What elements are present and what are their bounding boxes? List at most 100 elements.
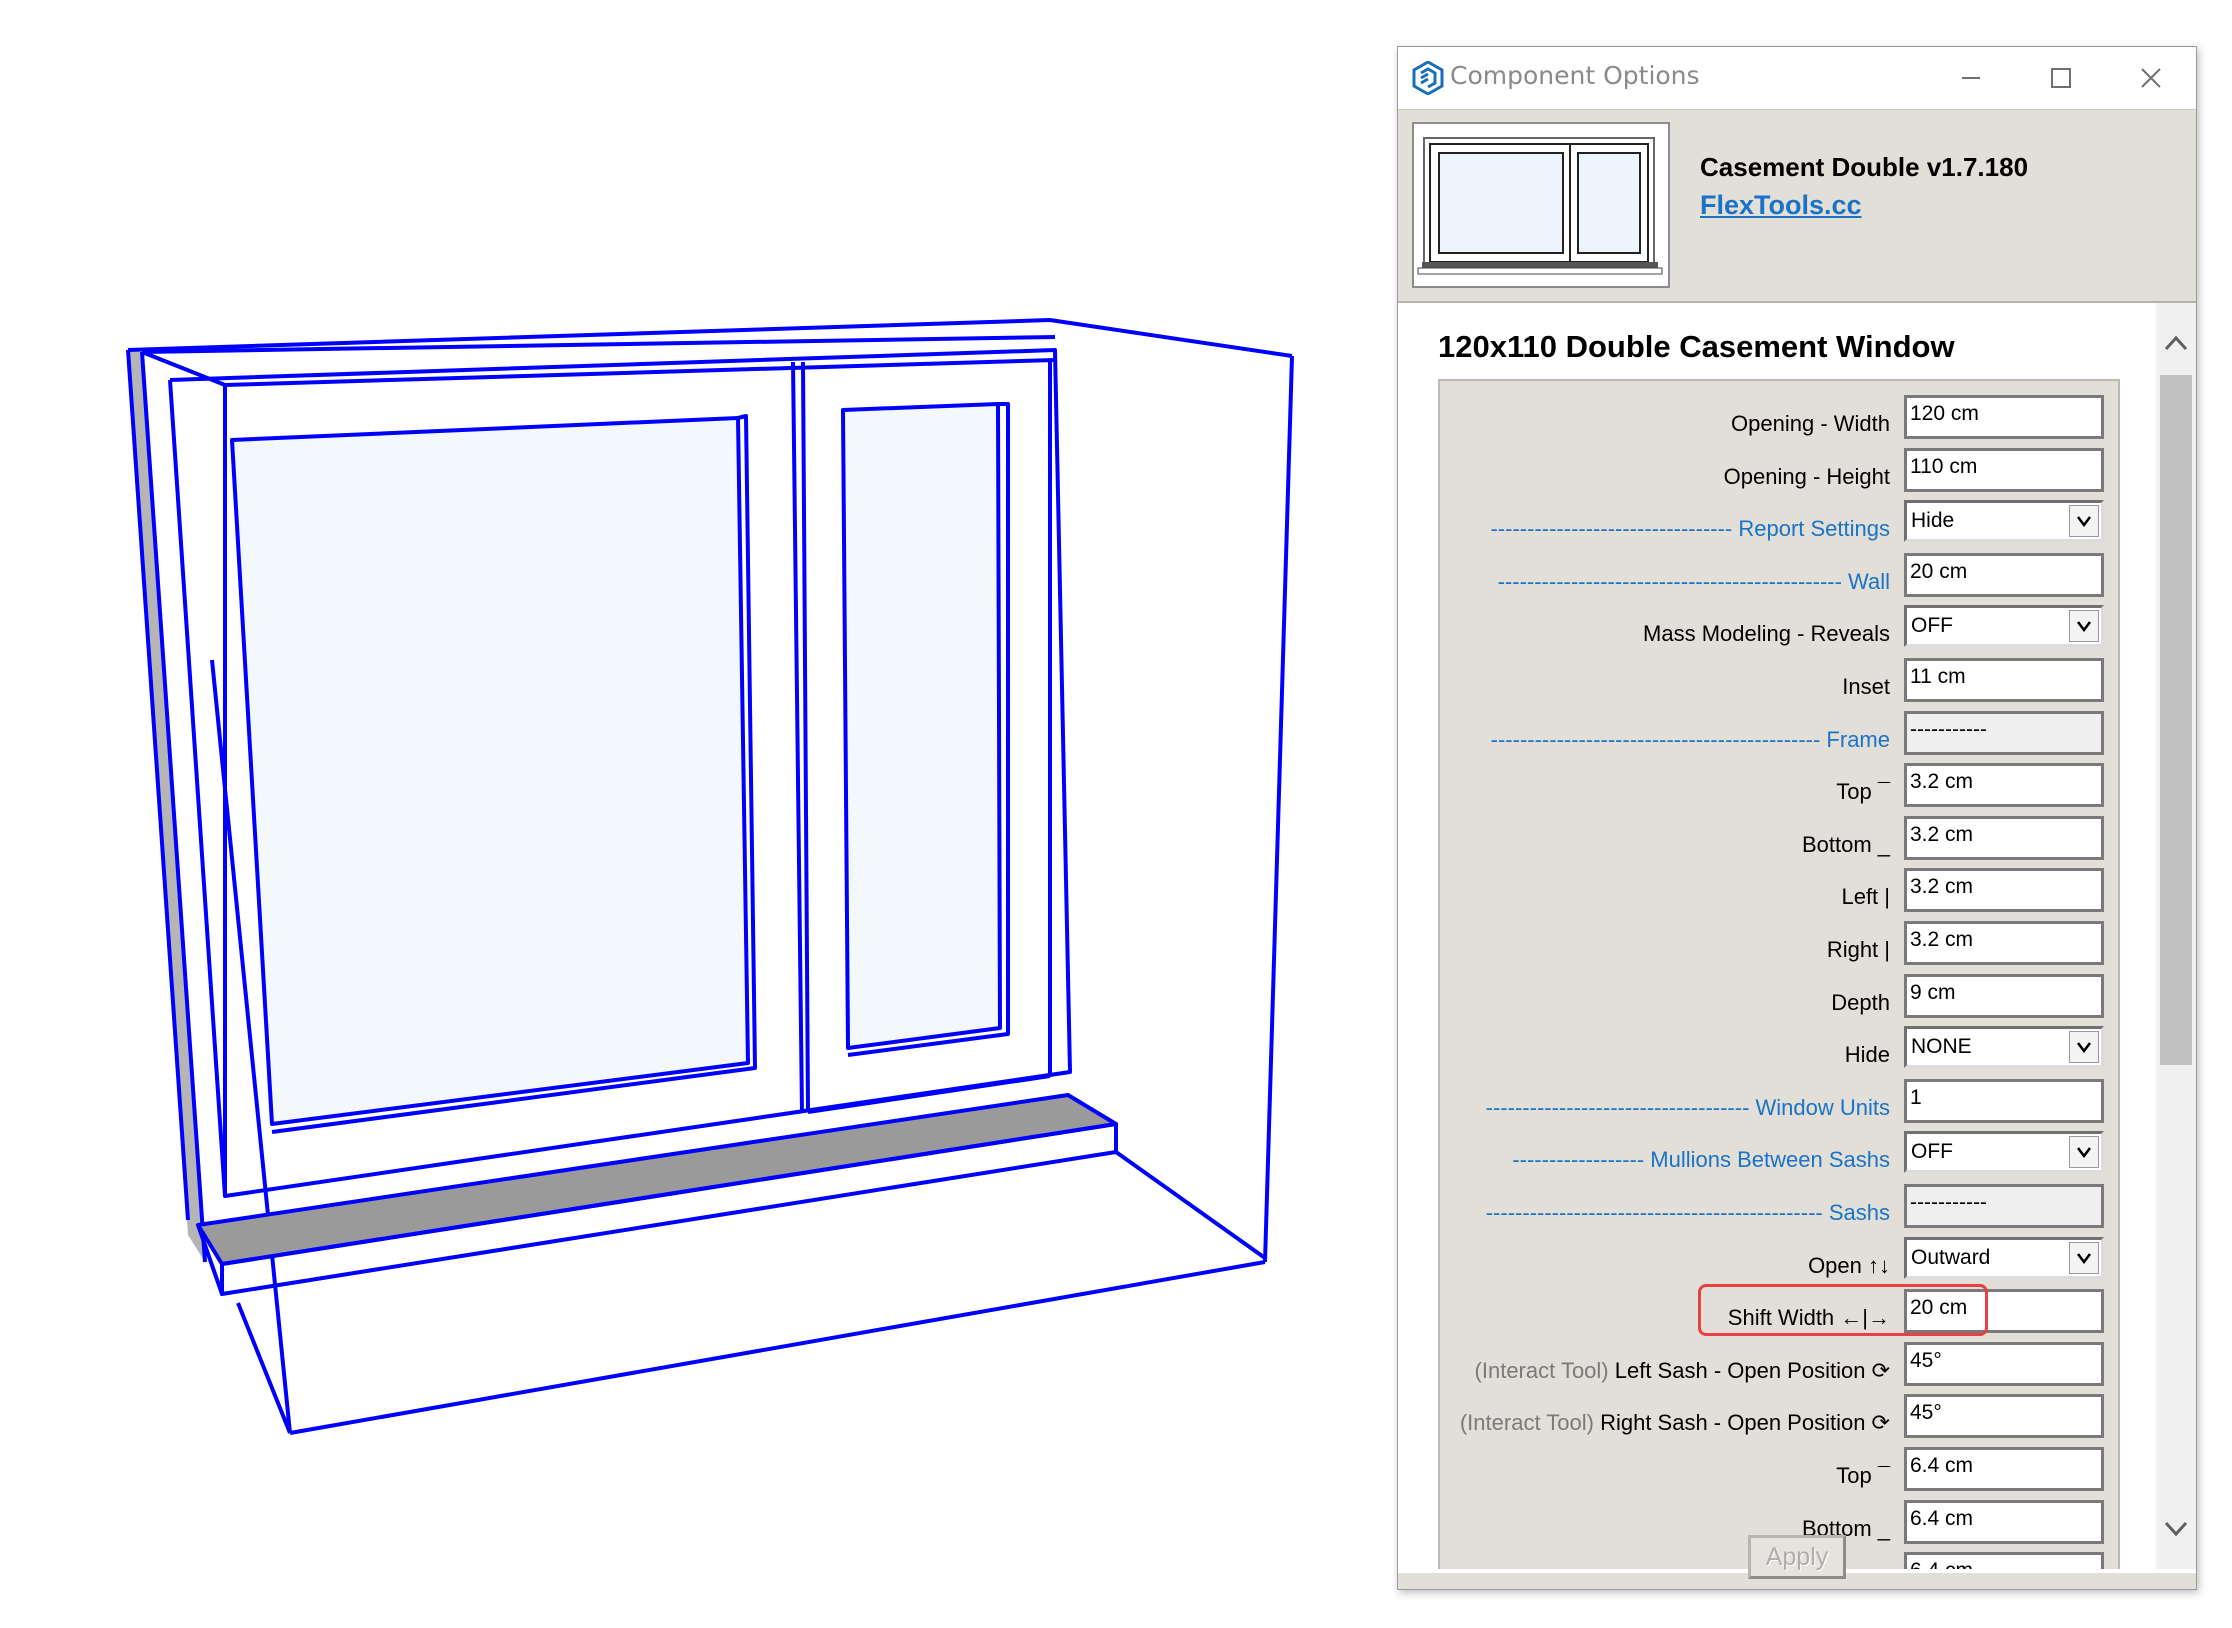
window-3d-model [126, 318, 1294, 1435]
option-row: --------------------------------- Report… [1440, 500, 2122, 550]
title-bar[interactable]: Component Options [1398, 47, 2196, 110]
option-row: Top ¯ 3.2 cm [1440, 763, 2122, 813]
option-label-text: ----------------------------------------… [1485, 1200, 1890, 1225]
option-dropdown[interactable]: OFF [1904, 605, 2104, 648]
chevron-down-icon[interactable] [2069, 505, 2099, 538]
apply-button[interactable]: Apply [1748, 1535, 1846, 1579]
option-input[interactable]: 45° [1904, 1341, 2104, 1386]
option-row: Right | 3.2 cm [1440, 921, 2122, 971]
option-row: Open ↑↓ Outward [1440, 1236, 2122, 1287]
chevron-down-icon [2164, 1521, 2188, 1537]
option-input[interactable]: 11 cm [1904, 658, 2104, 702]
option-label-text: --------------------------------- Report… [1490, 516, 1890, 542]
option-row: Opening - Height 110 cm [1440, 447, 2122, 498]
option-input[interactable]: 20 cm [1904, 552, 2104, 597]
option-label: Right | [1827, 937, 1890, 963]
option-row: Bottom _ 3.2 cm [1440, 815, 2122, 866]
component-header: Casement Double v1.7.180 FlexTools.cc [1398, 110, 2196, 303]
option-label: Opening - Width [1731, 411, 1890, 437]
option-label-text: ----------------------------------------… [1497, 568, 1890, 594]
option-input[interactable]: 1 [1904, 1078, 2104, 1123]
section-divider-label: ------------------------------------ Win… [1486, 1095, 1890, 1121]
component-thumbnail [1412, 122, 1670, 288]
chevron-down-icon[interactable] [2069, 1031, 2099, 1064]
option-field-disabled: ----------- [1904, 1184, 2104, 1228]
minimize-button[interactable] [1926, 47, 2016, 109]
option-label: Shift Width ←|→ [1728, 1305, 1890, 1331]
option-input[interactable]: 110 cm [1904, 447, 2104, 492]
wall-bottom-front [289, 1260, 1266, 1435]
reveal-left-face [128, 350, 205, 1262]
mullion-left [791, 361, 804, 1114]
chevron-down-icon[interactable] [2069, 1241, 2099, 1274]
option-row: Opening - Width 120 cm [1440, 395, 2122, 445]
option-input[interactable]: 3.2 cm [1904, 763, 2104, 808]
option-dropdown[interactable]: NONE [1904, 1026, 2104, 1069]
option-label: (Interact Tool) Right Sash - Open Positi… [1460, 1410, 1890, 1436]
option-row: (Interact Tool) Left Sash - Open Positio… [1440, 1341, 2122, 1392]
option-label-text: Mass Modeling - Reveals [1643, 621, 1890, 647]
flextools-link[interactable]: FlexTools.cc [1700, 190, 1862, 221]
dialog-title: Component Options [1450, 61, 1700, 90]
option-dropdown[interactable]: Outward [1904, 1236, 2104, 1279]
dropdown-value: OFF [1911, 614, 1953, 638]
close-button[interactable] [2106, 47, 2196, 109]
option-input[interactable]: 45° [1904, 1394, 2104, 1439]
option-row: (Interact Tool) Right Sash - Open Positi… [1440, 1394, 2122, 1444]
option-dropdown[interactable]: OFF [1904, 1131, 2104, 1174]
option-input[interactable]: 3.2 cm [1904, 815, 2104, 860]
scroll-up-button[interactable] [2156, 323, 2196, 363]
option-input[interactable]: 6.4 cm [1904, 1552, 2104, 1569]
option-row: Top ¯ 6.4 cm [1440, 1447, 2122, 1497]
option-input[interactable]: 9 cm [1904, 973, 2104, 1018]
option-label-text: Right Sash - Open Position ⟳ [1600, 1410, 1890, 1436]
option-label-text: Open ↑↓ [1808, 1252, 1890, 1278]
option-row: ----------------------------------------… [1440, 552, 2122, 603]
maximize-icon [2051, 68, 2071, 88]
option-label-text: ------------------ Mullions Between Sash… [1512, 1147, 1890, 1173]
option-label-prefix: (Interact Tool) [1459, 1410, 1601, 1436]
option-label: Depth [1831, 990, 1890, 1016]
model-viewport[interactable] [0, 0, 1380, 1628]
option-label-text: ------------------------------------ Win… [1485, 1094, 1890, 1120]
option-input[interactable]: 20 cm [1904, 1289, 2104, 1334]
option-row: Mass Modeling - Reveals OFF [1440, 605, 2122, 655]
option-input[interactable]: 3.2 cm [1904, 921, 2104, 965]
chevron-down-icon[interactable] [2069, 1136, 2099, 1169]
right-glass-pane [841, 402, 1002, 1050]
mullion-right [801, 361, 810, 1113]
left-glass-pane [230, 416, 750, 1126]
option-input[interactable]: 3.2 cm [1904, 868, 2104, 913]
section-divider-label: ----------------------------------------… [1491, 727, 1890, 753]
component-name: Casement Double v1.7.180 [1700, 152, 2029, 182]
option-label-text: Inset [1842, 674, 1890, 699]
maximize-button[interactable] [2016, 47, 2106, 109]
dropdown-value: NONE [1911, 1035, 1972, 1059]
option-label-text: Opening - Width [1731, 411, 1890, 436]
component-options-dialog: Component Options Casement Double v1.7.1… [1397, 46, 2197, 1590]
option-input[interactable]: 6.4 cm [1904, 1447, 2104, 1491]
chevron-down-icon[interactable] [2069, 610, 2099, 643]
option-label: Top ¯ [1836, 1463, 1890, 1489]
options-scroll-area[interactable]: 120x110 Double Casement Window Opening -… [1398, 303, 2156, 1569]
option-dropdown[interactable]: Hide [1904, 500, 2104, 543]
dropdown-value: OFF [1911, 1140, 1953, 1164]
vertical-scrollbar[interactable] [2156, 303, 2196, 1569]
option-input[interactable]: 120 cm [1904, 395, 2104, 439]
option-label-text: Top ¯ [1836, 1463, 1890, 1488]
option-input[interactable]: 6.4 cm [1904, 1499, 2104, 1544]
option-row: ------------------------------------ Win… [1440, 1078, 2122, 1129]
option-row: Inset 11 cm [1440, 658, 2122, 708]
option-label-text: Right | [1826, 937, 1890, 962]
option-label: Inset [1842, 674, 1890, 700]
option-label-text: Bottom _ [1801, 831, 1890, 857]
section-divider-label: ----------------------------------------… [1486, 1200, 1890, 1226]
option-row: Depth 9 cm [1440, 973, 2122, 1024]
option-row: Shift Width ←|→ 20 cm [1440, 1289, 2122, 1339]
scrollbar-thumb[interactable] [2160, 375, 2192, 1065]
option-label: Left | [1841, 884, 1890, 910]
wall-inner-left [140, 351, 207, 1263]
option-label-prefix: (Interact Tool) [1474, 1357, 1615, 1383]
option-label-text: Top ¯ [1836, 779, 1890, 805]
scroll-down-button[interactable] [2156, 1509, 2196, 1549]
